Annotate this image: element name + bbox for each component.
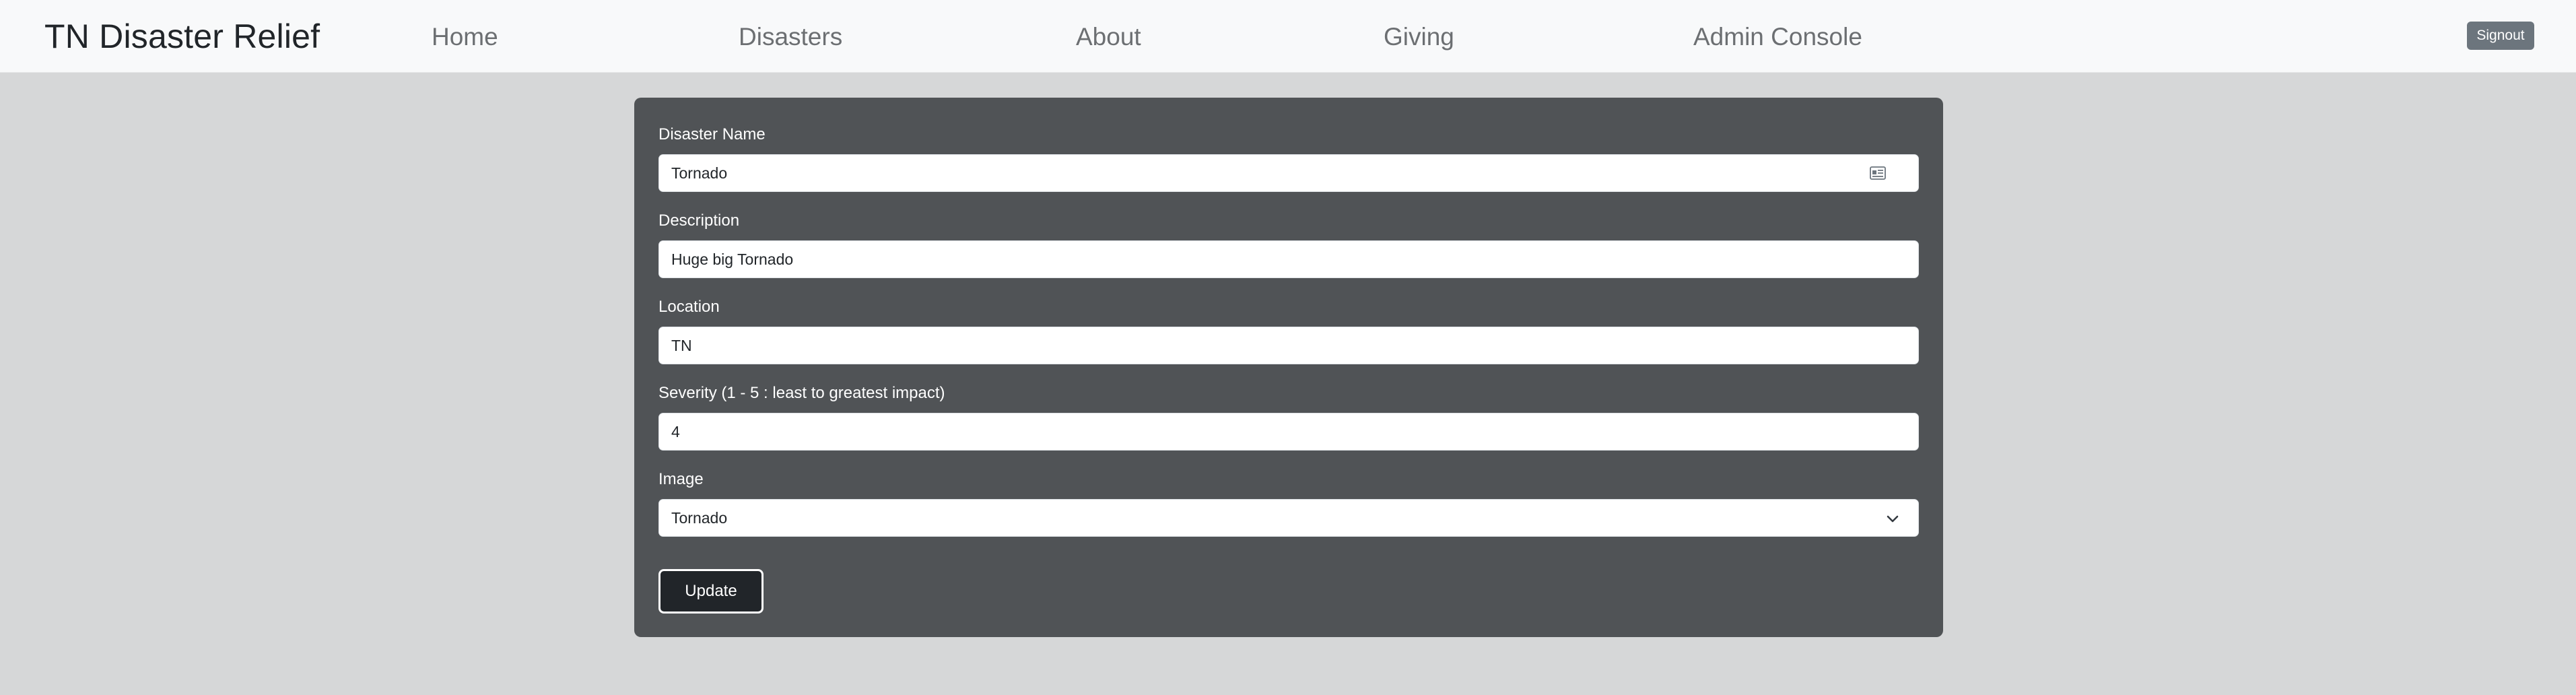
disaster-name-label: Disaster Name [658, 125, 766, 143]
severity-label: Severity (1 - 5 : least to greatest impa… [658, 384, 945, 402]
nav-link-giving[interactable]: Giving [1384, 22, 1454, 53]
severity-value: 4 [671, 423, 680, 440]
location-input[interactable]: TN [658, 327, 1919, 364]
disaster-name-input[interactable]: Tornado [658, 154, 1919, 192]
image-label: Image [658, 470, 704, 488]
description-label: Description [658, 211, 740, 230]
nav-link-home[interactable]: Home [432, 22, 498, 53]
severity-input[interactable]: 4 [658, 413, 1919, 451]
brand-title[interactable]: TN Disaster Relief [44, 16, 320, 57]
chevron-down-icon [1887, 515, 1899, 523]
disaster-edit-form: Disaster Name Tornado Description Huge b… [634, 98, 1943, 637]
signout-button[interactable]: Signout [2467, 22, 2534, 50]
nav-link-disasters[interactable]: Disasters [739, 22, 842, 53]
location-label: Location [658, 298, 720, 316]
contact-card-icon[interactable] [1870, 166, 1886, 180]
location-value: TN [671, 337, 692, 354]
image-select[interactable]: Tornado [658, 499, 1919, 537]
description-input[interactable]: Huge big Tornado [658, 240, 1919, 278]
nav-link-admin-console[interactable]: Admin Console [1693, 22, 1862, 53]
top-navbar: TN Disaster Relief Home Disasters About … [0, 0, 2576, 73]
nav-link-about[interactable]: About [1076, 22, 1141, 53]
image-select-value: Tornado [671, 509, 728, 527]
description-value: Huge big Tornado [671, 251, 794, 268]
update-button[interactable]: Update [658, 569, 764, 614]
disaster-name-value: Tornado [671, 164, 728, 182]
